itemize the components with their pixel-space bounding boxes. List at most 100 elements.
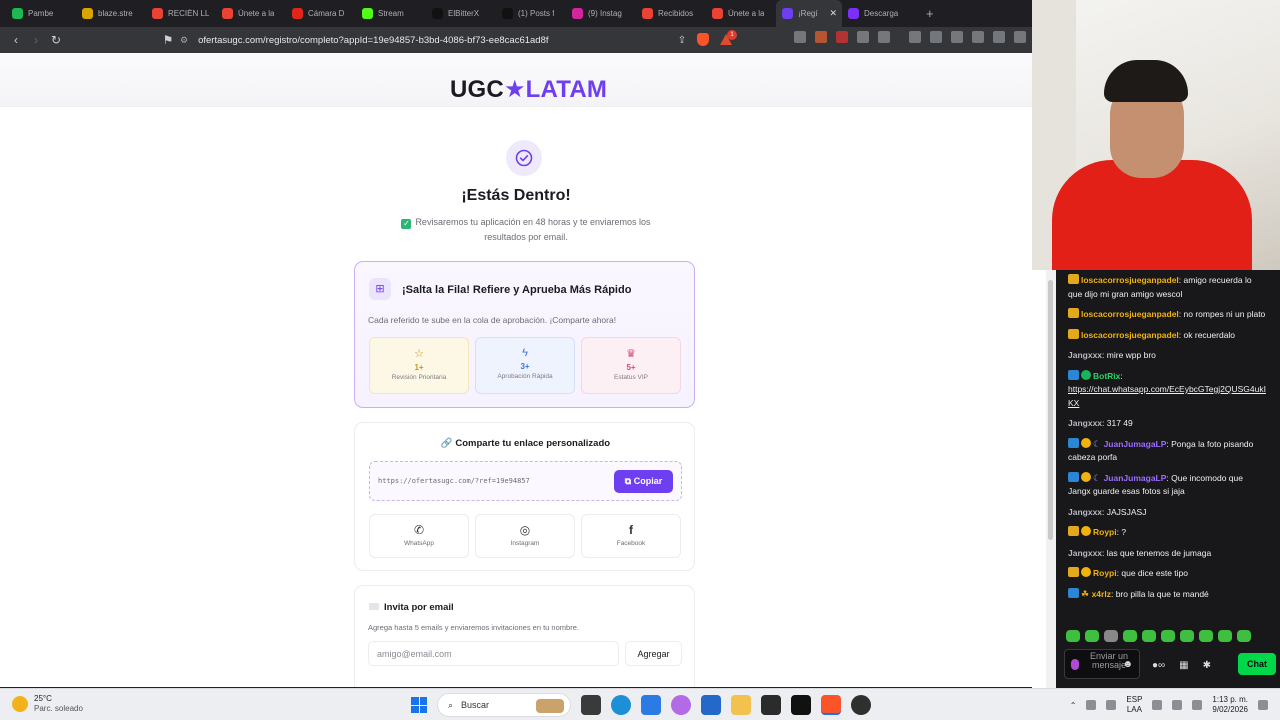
brave-icon[interactable] [821, 695, 841, 715]
folder-icon[interactable] [731, 695, 751, 715]
settings-icon[interactable]: ✱ [1203, 660, 1211, 671]
chat-username[interactable]: Jangxxx [1068, 418, 1102, 428]
mic-icon[interactable] [1106, 700, 1117, 710]
back-icon[interactable]: ‹ [6, 33, 26, 47]
browser-tab[interactable]: ¡Regí ✕ [776, 0, 842, 27]
browser-tab[interactable]: blaze.stre [76, 0, 146, 27]
moon-badge-icon[interactable]: ☾ [1093, 439, 1104, 449]
emote-icon[interactable] [1218, 630, 1232, 642]
browser-tab[interactable]: Descarga [842, 0, 912, 27]
add-email-button[interactable]: Agregar [625, 641, 682, 666]
snipping-tool-icon[interactable] [641, 695, 661, 715]
chat-username[interactable]: loscacorrosjueganpadel [1081, 275, 1179, 285]
browser-tab[interactable]: Pambe [6, 0, 76, 27]
browser-tab[interactable]: ElBitterX [426, 0, 496, 27]
page-scrollbar[interactable] [1046, 270, 1056, 688]
emote-icon[interactable] [1142, 630, 1156, 642]
browser-tab[interactable]: Únete a la [706, 0, 776, 27]
browser-tab[interactable]: Únete a la [216, 0, 286, 27]
browser-tab[interactable]: Recibidos [636, 0, 706, 27]
address-bar[interactable]: ⚙ ofertasugc.com/registro/completo?appId… [180, 30, 700, 50]
cloud-icon[interactable] [1086, 700, 1097, 710]
store-icon[interactable]: ▦ [1179, 660, 1188, 671]
chat-username[interactable]: BotRix [1093, 371, 1120, 381]
new-tab-icon[interactable]: + [926, 6, 934, 21]
notifications-icon[interactable] [1258, 700, 1268, 710]
emote-icon[interactable] [1199, 630, 1213, 642]
emote-icon[interactable] [1085, 630, 1099, 642]
scrollbar-thumb[interactable] [1048, 280, 1053, 540]
browser-tab[interactable]: (9) Instag [566, 0, 636, 27]
gold-badge-icon[interactable] [1081, 526, 1091, 536]
moon-badge-icon[interactable]: ☾ [1093, 473, 1104, 483]
crown-badge-icon[interactable] [1068, 567, 1079, 577]
extension-icon[interactable] [836, 31, 848, 43]
wallet-icon[interactable] [972, 31, 984, 43]
weather-widget[interactable]: 25°C Parc. soleado [12, 694, 83, 714]
sidebar-icon[interactable] [951, 31, 963, 43]
site-info-icon[interactable]: ⚙ [180, 35, 188, 46]
clock[interactable]: 1:13 p. m. 9/02/2026 [1212, 695, 1248, 715]
gold-badge-icon[interactable] [1081, 437, 1091, 448]
chat-username[interactable]: JuanJumagaLP [1104, 473, 1167, 483]
emote-icon[interactable] [1066, 630, 1080, 642]
chat-username[interactable]: loscacorrosjueganpadel [1081, 330, 1179, 340]
gold-badge-icon[interactable] [1081, 567, 1091, 577]
share-icon[interactable]: ⇪ [672, 35, 692, 46]
extension-icon[interactable] [815, 31, 827, 43]
chat-username[interactable]: Jangxxx [1068, 507, 1102, 517]
microphone-icon[interactable] [1071, 659, 1079, 670]
chat-username[interactable]: Roypi [1093, 527, 1117, 537]
share-facebook-button[interactable]: f Facebook [581, 514, 681, 558]
download-icon[interactable] [909, 31, 921, 43]
file-explorer-icon[interactable] [581, 695, 601, 715]
chat-username[interactable]: loscacorrosjueganpadel [1081, 309, 1179, 319]
emoji-icon[interactable]: ☻ [1122, 659, 1133, 670]
bot-badge-icon[interactable] [1068, 437, 1079, 448]
brave-shields-icon[interactable] [697, 33, 709, 46]
leaf-badge-icon[interactable]: ☘ [1081, 589, 1092, 599]
bookmark-icon[interactable]: ⚑ [158, 33, 178, 47]
crown-badge-icon[interactable] [1068, 308, 1079, 318]
windows-start-icon[interactable] [411, 697, 427, 713]
bot-badge-icon[interactable] [1068, 587, 1079, 598]
emote-icon[interactable] [1104, 630, 1118, 642]
terminal-icon[interactable] [761, 695, 781, 715]
obs-icon[interactable] [851, 695, 871, 715]
volume-icon[interactable] [1172, 700, 1183, 710]
browser-tab[interactable]: RECIÉN LL [146, 0, 216, 27]
language-indicator[interactable]: ESP LAA [1126, 695, 1142, 715]
music-icon[interactable] [930, 31, 942, 43]
site-logo[interactable]: UGC★LATAM [450, 75, 607, 104]
emote-icon[interactable] [1237, 630, 1251, 642]
vpn-icon[interactable] [1014, 31, 1026, 43]
verif-badge-icon[interactable] [1081, 369, 1091, 380]
puzzle-icon[interactable] [857, 31, 869, 43]
email-input[interactable]: amigo@email.com [368, 641, 619, 666]
crown-badge-icon[interactable] [1068, 274, 1079, 284]
chat-username[interactable]: Jangxxx [1068, 548, 1102, 558]
chat-username[interactable]: Roypi [1093, 568, 1117, 578]
store-icon[interactable] [701, 695, 721, 715]
crown-badge-icon[interactable] [1068, 328, 1079, 339]
leo-ai-icon[interactable] [993, 31, 1005, 43]
browser-tab[interactable]: (1) Posts f [496, 0, 566, 27]
emote-icon[interactable] [1161, 630, 1175, 642]
share-instagram-button[interactable]: ◎ Instagram [475, 514, 575, 558]
copy-button[interactable]: ⧉ Copiar [614, 470, 673, 493]
chat-input[interactable]: Enviar un mensaje ☻ [1064, 649, 1140, 679]
chat-send-button[interactable]: Chat [1238, 653, 1276, 675]
screenshot-icon[interactable] [878, 31, 890, 43]
forward-icon[interactable]: › [26, 33, 46, 47]
users-icon[interactable]: ●∞ [1152, 660, 1165, 671]
crown-badge-icon[interactable] [1068, 526, 1079, 536]
browser-tab[interactable]: Stream [356, 0, 426, 27]
referral-link[interactable]: https://ofertasugc.com/?ref=19e94857 [378, 477, 530, 485]
share-whatsapp-button[interactable]: ✆ WhatsApp [369, 514, 469, 558]
battery-icon[interactable] [1192, 700, 1203, 710]
chat-username[interactable]: x4rlz [1092, 589, 1111, 599]
chevron-up-icon[interactable]: ⌃ [1070, 701, 1077, 710]
copilot-icon[interactable] [671, 695, 691, 715]
bot-badge-icon[interactable] [1068, 471, 1079, 482]
edge-icon[interactable] [611, 695, 631, 715]
